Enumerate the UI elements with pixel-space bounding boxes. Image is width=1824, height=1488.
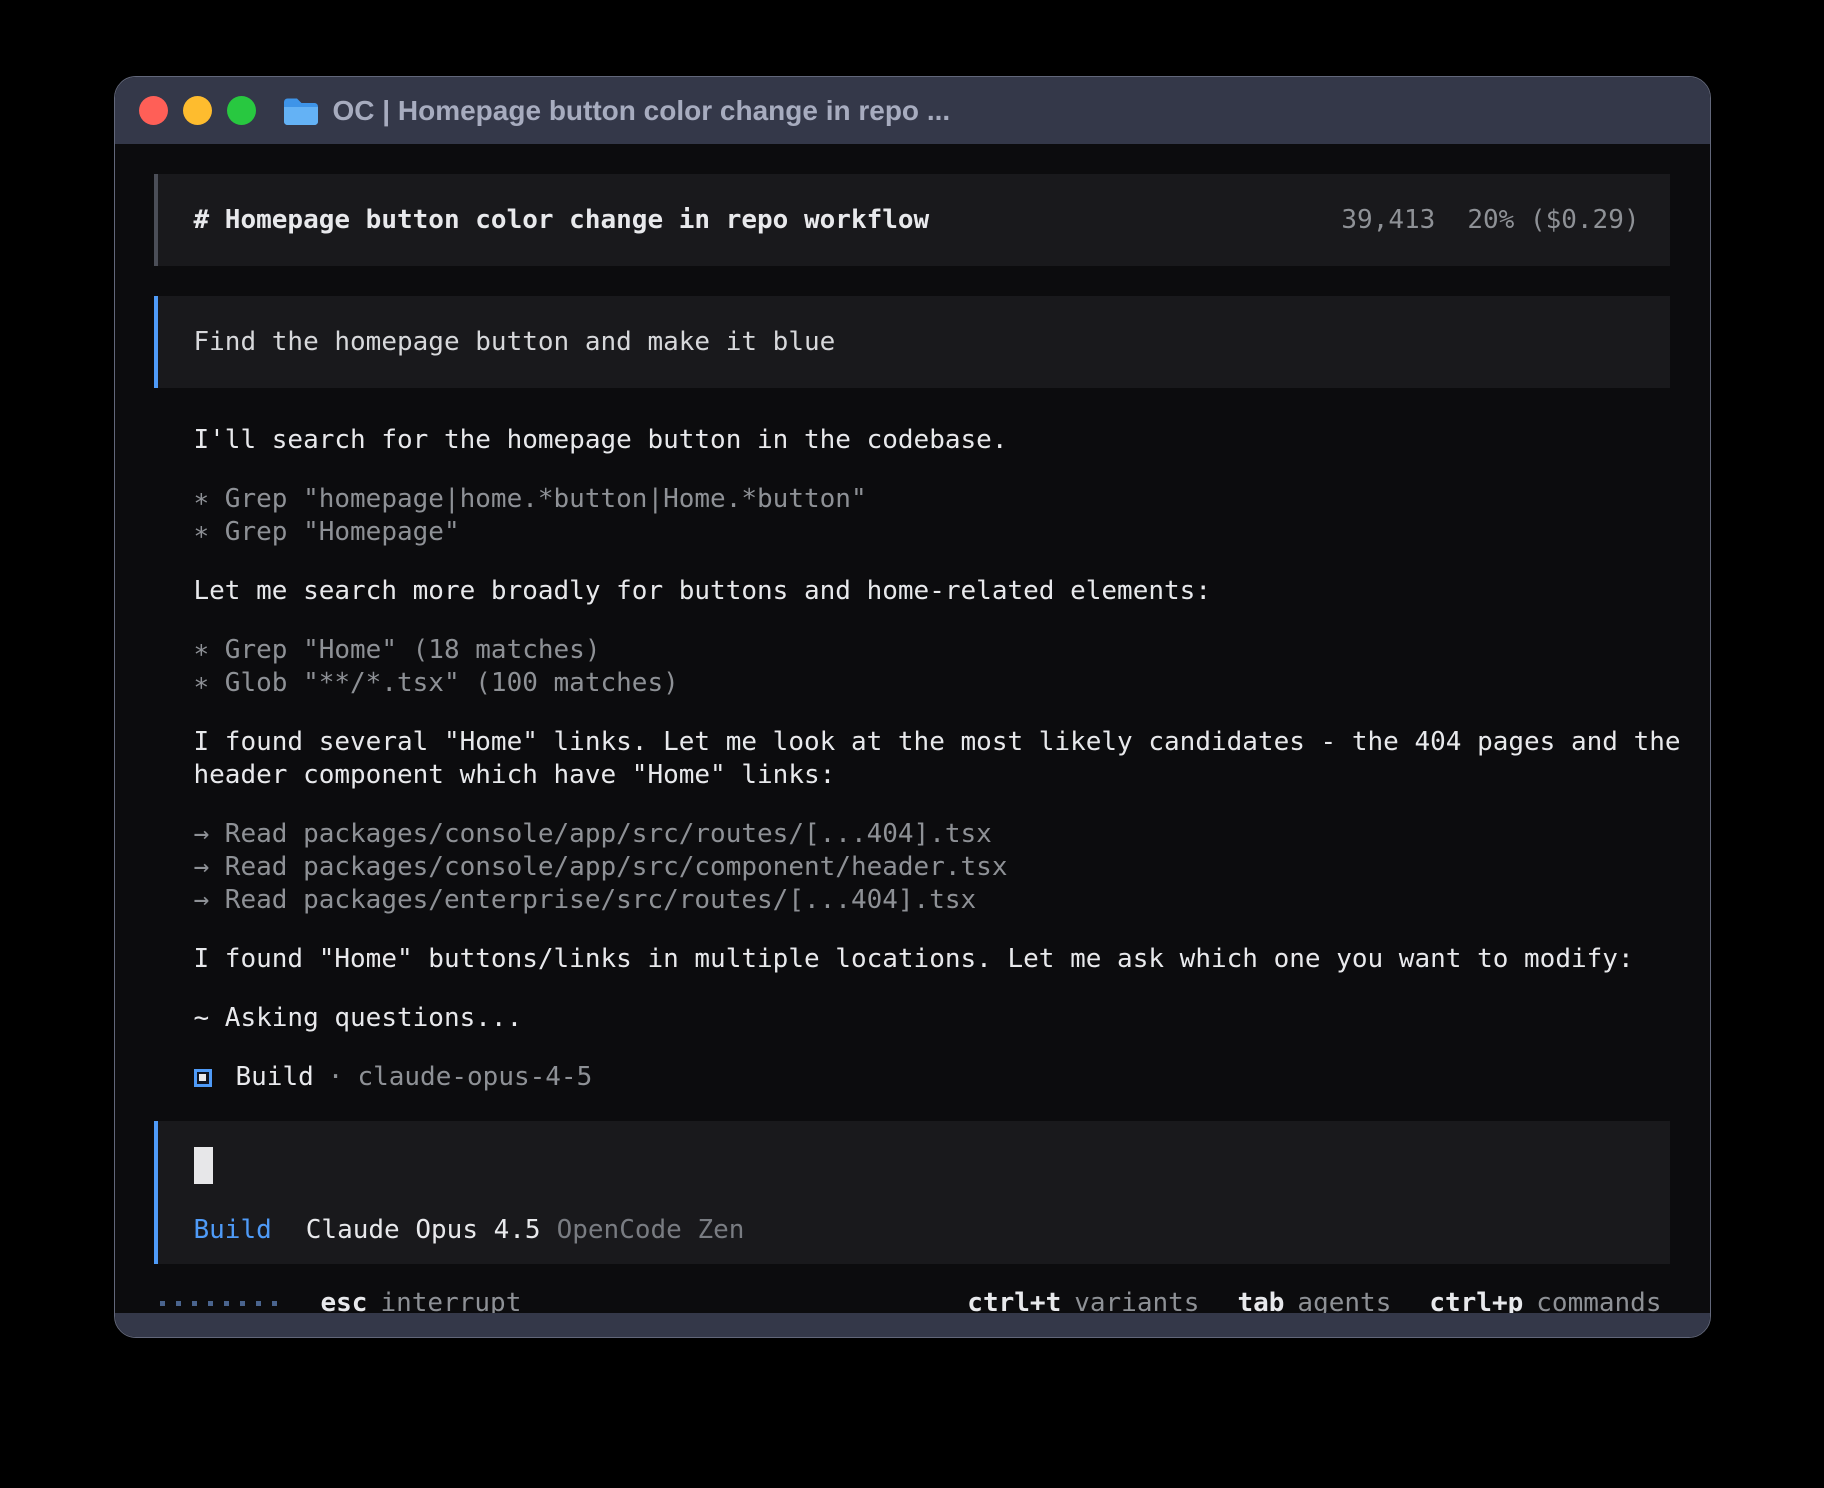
spinner-dot — [272, 1301, 277, 1306]
minimize-button[interactable] — [183, 96, 212, 125]
assistant-text-line: I found "Home" buttons/links in multiple… — [194, 943, 1670, 976]
assistant-text-line: Let me search more broadly for buttons a… — [194, 575, 1670, 608]
titlebar: OC | Homepage button color change in rep… — [115, 77, 1710, 144]
assistant-text-line: ~ Asking questions... — [194, 1002, 1670, 1035]
spinner-dot — [224, 1301, 229, 1306]
tool-call-line: ∗ Grep "Home" (18 matches) — [194, 634, 1670, 667]
window-title: OC | Homepage button color change in rep… — [333, 95, 951, 127]
model-provider-label: OpenCode Zen — [557, 1216, 745, 1244]
key-hint-ctrl-p: ctrl+p commands — [1429, 1288, 1661, 1313]
spinner-dot — [240, 1301, 245, 1306]
key-hint-esc: esc interrupt — [321, 1288, 522, 1313]
spinner-dot — [192, 1301, 197, 1306]
tool-call-line: → Read packages/enterprise/src/routes/[.… — [194, 884, 1670, 917]
session-header-panel: # Homepage button color change in repo w… — [154, 174, 1670, 266]
token-count: 39,413 — [1341, 205, 1435, 235]
transcript-spacer — [194, 457, 1670, 483]
hint-label: commands — [1536, 1288, 1661, 1313]
keyboard-hints-right: ctrl+t variants tab agents ctrl+p commands — [967, 1288, 1661, 1313]
transcript-spacer — [194, 976, 1670, 1002]
tool-call-line: ∗ Grep "Homepage" — [194, 516, 1670, 549]
transcript-spacer — [194, 549, 1670, 575]
close-button[interactable] — [139, 96, 168, 125]
text-cursor — [194, 1147, 213, 1184]
session-stats: 39,413 20% ($0.29) — [1341, 205, 1639, 235]
agent-separator: · — [328, 1061, 344, 1094]
traffic-lights — [139, 96, 256, 125]
footer-left: esc interrupt — [160, 1288, 522, 1313]
assistant-transcript: I'll search for the homepage button in t… — [194, 424, 1670, 1094]
terminal-window: OC | Homepage button color change in rep… — [114, 76, 1711, 1338]
tool-call-line: → Read packages/console/app/src/componen… — [194, 851, 1670, 884]
window-bottom-bezel — [115, 1313, 1710, 1337]
tool-call-line: ∗ Glob "**/*.tsx" (100 matches) — [194, 667, 1670, 700]
agent-square-icon — [194, 1069, 212, 1087]
transcript-spacer — [194, 792, 1670, 818]
status-footer: escinterrupt ctrl+tvariantstabagentsctrl… — [154, 1288, 1670, 1313]
transcript-spacer — [194, 1035, 1670, 1061]
key-hint-tab: tab agents — [1237, 1288, 1391, 1313]
transcript-spacer — [194, 917, 1670, 943]
key-hint-ctrl-t: ctrl+t variants — [967, 1288, 1199, 1313]
tool-call-line: ∗ Grep "homepage|home.*button|Home.*butt… — [194, 483, 1670, 516]
session-title: # Homepage button color change in repo w… — [194, 205, 930, 235]
spinner-dot — [208, 1301, 213, 1306]
hint-key: esc — [321, 1288, 368, 1313]
spinner-dot — [176, 1301, 181, 1306]
model-name-label[interactable]: Claude Opus 4.5 — [306, 1216, 541, 1244]
hint-key: ctrl+p — [1429, 1288, 1523, 1313]
tool-call-line: → Read packages/console/app/src/routes/[… — [194, 818, 1670, 851]
transcript-spacer — [194, 608, 1670, 634]
user-message-text: Find the homepage button and make it blu… — [194, 327, 836, 357]
folder-icon — [282, 95, 319, 126]
terminal-content: # Homepage button color change in repo w… — [115, 144, 1710, 1313]
hint-label: variants — [1074, 1288, 1199, 1313]
assistant-text-line: I'll search for the homepage button in t… — [194, 424, 1670, 457]
assistant-text-line: I found several "Home" links. Let me loo… — [194, 726, 1670, 759]
zoom-button[interactable] — [227, 96, 256, 125]
agent-model: claude-opus-4-5 — [357, 1061, 592, 1094]
hint-key: ctrl+t — [967, 1288, 1061, 1313]
context-usage: 20% ($0.29) — [1467, 205, 1639, 235]
hint-label: interrupt — [380, 1288, 521, 1313]
agent-square-icon-dot — [199, 1074, 206, 1081]
prompt-input-panel[interactable]: Build Claude Opus 4.5 OpenCode Zen — [154, 1121, 1670, 1264]
hint-key: tab — [1237, 1288, 1284, 1313]
agent-status-row: Build · claude-opus-4-5 — [194, 1061, 1670, 1094]
user-message-panel: Find the homepage button and make it blu… — [154, 296, 1670, 388]
spinner-dot — [160, 1301, 165, 1306]
transcript-spacer — [194, 700, 1670, 726]
spinner-dot — [256, 1301, 261, 1306]
assistant-text-line: header component which have "Home" links… — [194, 759, 1670, 792]
working-spinner-dots — [160, 1301, 277, 1306]
model-status-row: Build Claude Opus 4.5 OpenCode Zen — [194, 1216, 1634, 1244]
hint-label: agents — [1297, 1288, 1391, 1313]
agent-mode-label[interactable]: Build — [194, 1216, 272, 1244]
agent-name: Build — [236, 1061, 314, 1094]
keyboard-hints-left: esc interrupt — [321, 1288, 522, 1313]
